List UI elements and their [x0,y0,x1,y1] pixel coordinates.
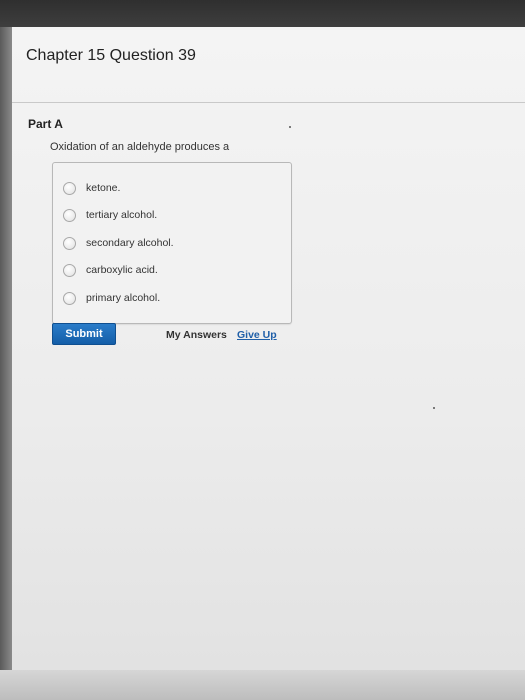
radio-button[interactable] [63,291,76,305]
answer-option-label: carboxylic acid. [86,264,158,276]
dust-speck [289,126,291,128]
radio-button[interactable] [63,208,76,222]
bottom-edge [0,670,525,700]
radio-button[interactable] [63,181,76,195]
answer-option-secondary-alcohol[interactable]: secondary alcohol. [63,234,174,252]
answer-option-label: ketone. [86,182,121,194]
my-answers-link[interactable]: My Answers [166,329,227,341]
question-prompt: Oxidation of an aldehyde produces a [50,141,230,153]
answer-option-tertiary-alcohol[interactable]: tertiary alcohol. [63,206,157,224]
radio-button[interactable] [63,263,76,277]
submit-button[interactable]: Submit [52,323,116,345]
header-divider [12,102,525,103]
page-title: Chapter 15 Question 39 [26,47,196,64]
answer-option-primary-alcohol[interactable]: primary alcohol. [63,289,160,307]
part-label: Part A [28,117,63,131]
left-edge [0,27,12,700]
answer-option-label: secondary alcohol. [86,237,174,249]
answer-option-ketone[interactable]: ketone. [63,179,120,197]
answer-option-carboxylic-acid[interactable]: carboxylic acid. [63,261,158,279]
radio-button[interactable] [63,236,76,250]
dust-speck [433,407,435,409]
give-up-link[interactable]: Give Up [237,329,277,341]
page-background [12,27,525,670]
answer-option-label: primary alcohol. [86,292,161,304]
answer-options-box: ketone. tertiary alcohol. secondary alco… [52,162,292,324]
browser-top-bar [0,0,525,27]
answer-option-label: tertiary alcohol. [86,209,158,221]
